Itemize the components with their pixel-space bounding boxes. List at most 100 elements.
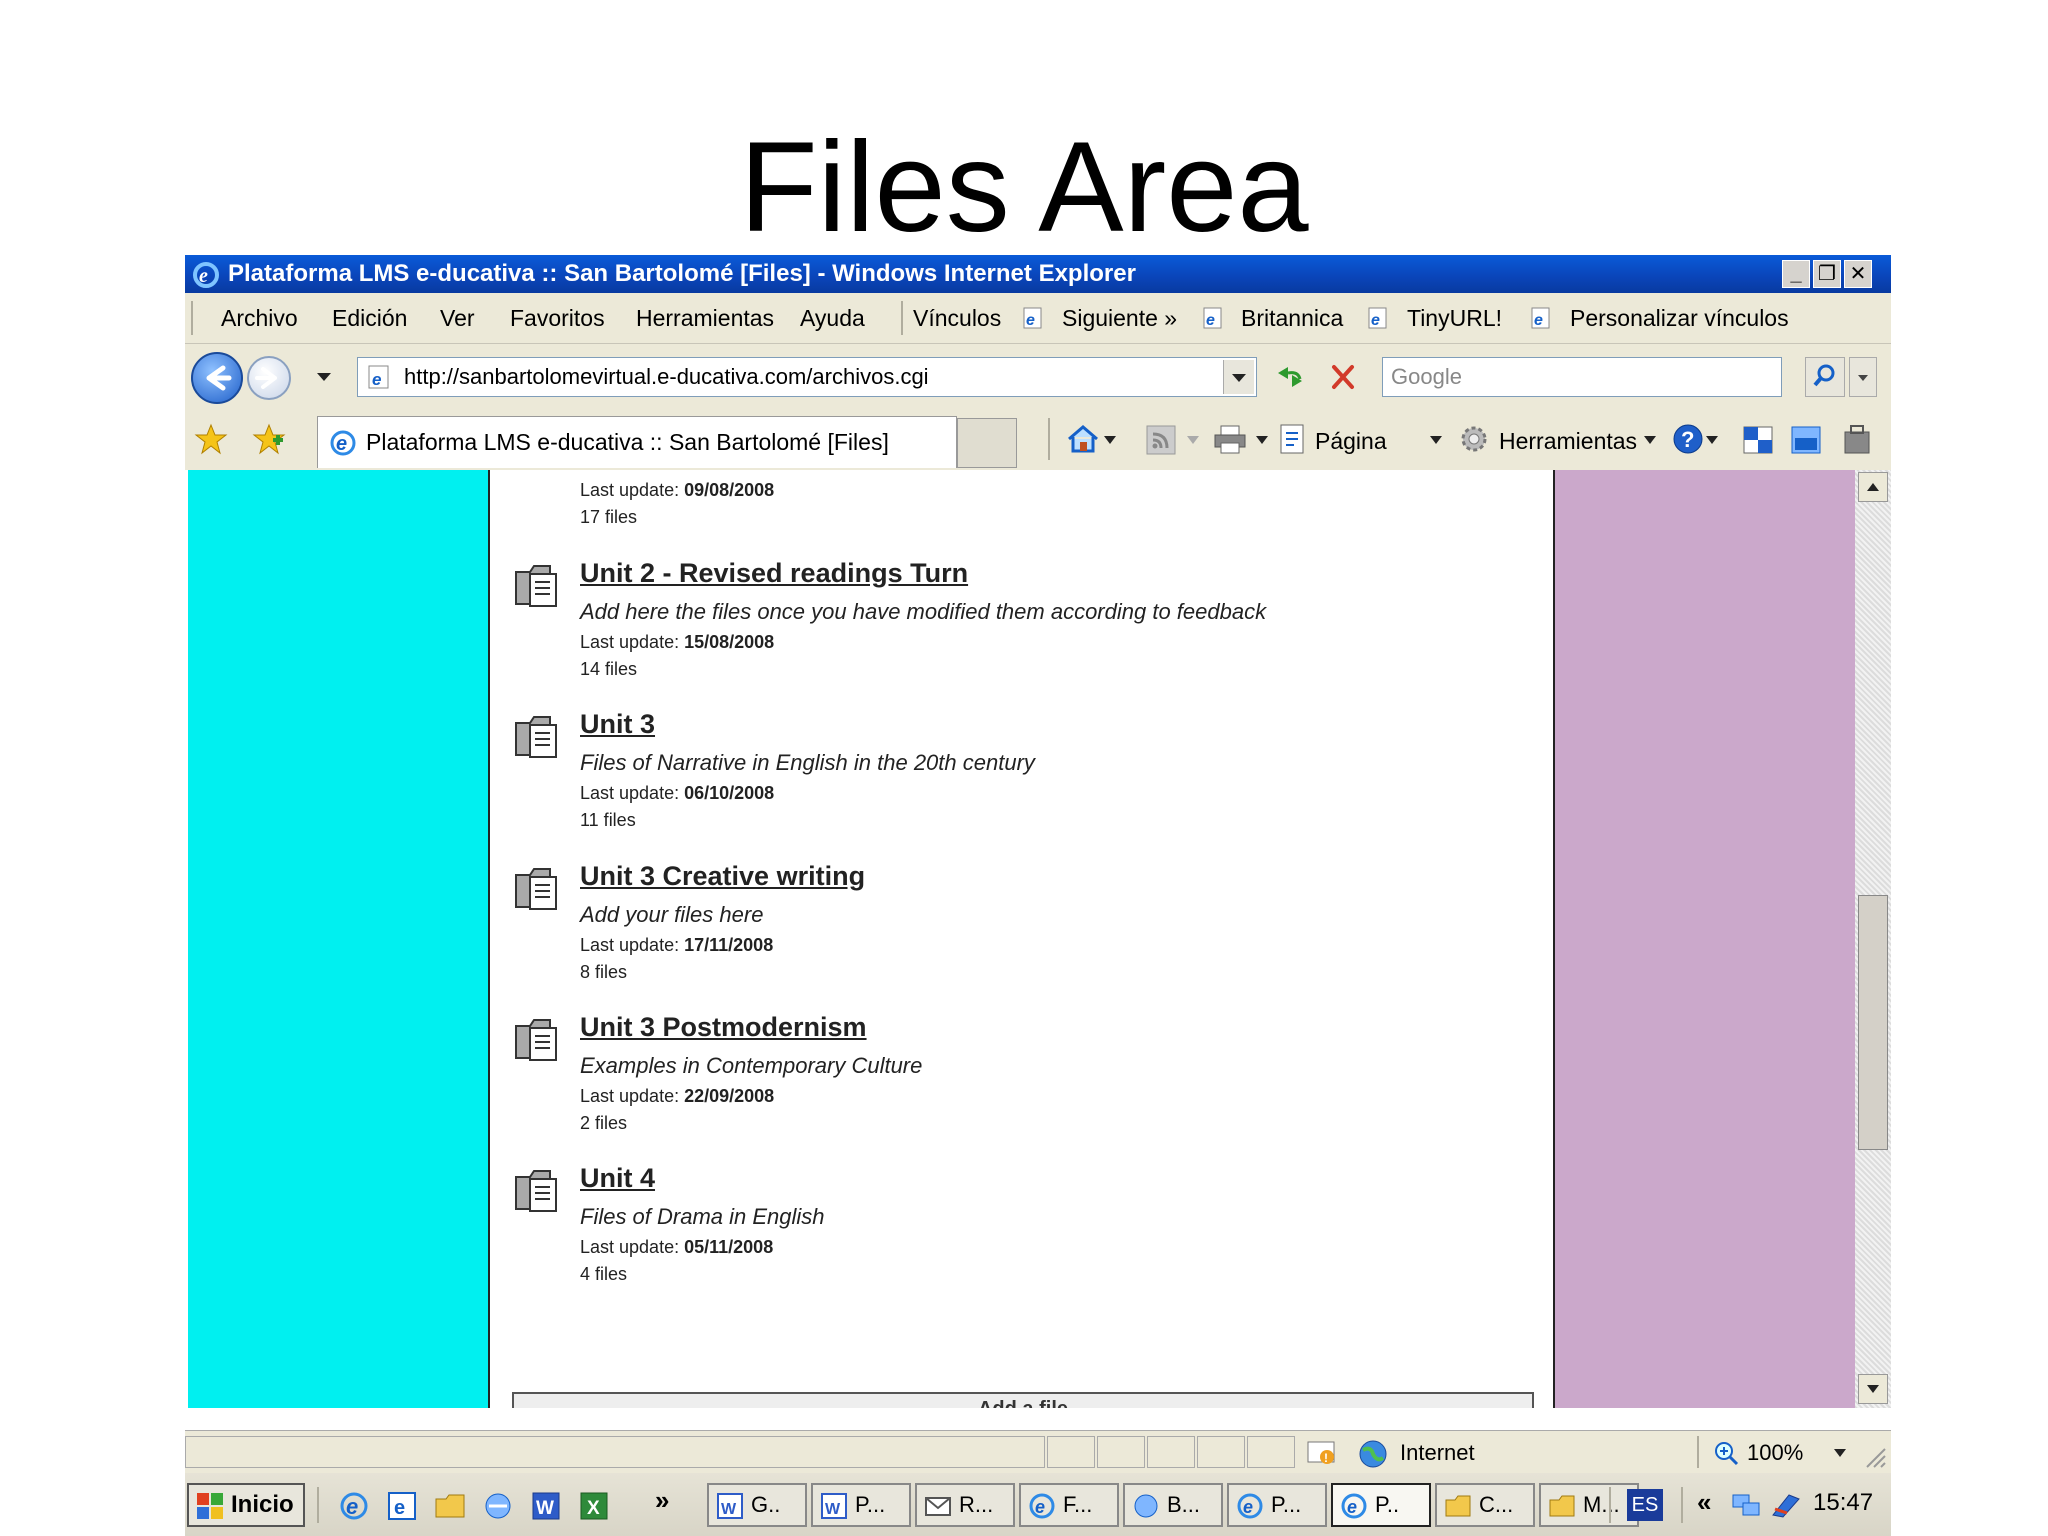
- zoom-icon[interactable]: [1713, 1440, 1739, 1466]
- taskbar-button[interactable]: W G..: [707, 1483, 807, 1527]
- word-quicklaunch-icon[interactable]: W: [529, 1489, 563, 1523]
- taskbar-button[interactable]: R...: [915, 1483, 1015, 1527]
- chevron-down-icon[interactable]: [1255, 435, 1269, 445]
- menu-favoritos[interactable]: Favoritos: [510, 305, 605, 332]
- ie-page-icon: e: [1023, 307, 1042, 329]
- toolbox-icon[interactable]: [1841, 422, 1873, 456]
- taskbar-button-active[interactable]: e P..: [1331, 1483, 1431, 1527]
- restore-button[interactable]: ❐: [1813, 260, 1841, 288]
- folder-file-count: 8 files: [580, 962, 628, 982]
- zoom-level[interactable]: 100%: [1747, 1440, 1803, 1466]
- slide-title: Files Area: [739, 116, 1309, 259]
- chevron-down-icon[interactable]: [1429, 435, 1443, 445]
- add-file-button[interactable]: Add a file: [512, 1392, 1534, 1408]
- menu-herramientas[interactable]: Herramientas: [636, 305, 774, 332]
- status-separator: [1697, 1436, 1699, 1468]
- menu-ver[interactable]: Ver: [440, 305, 475, 332]
- minimize-button[interactable]: _: [1782, 260, 1810, 288]
- popup-blocker-icon[interactable]: !: [1305, 1439, 1339, 1467]
- tab-files[interactable]: e Plataforma LMS e-ducativa :: San Barto…: [317, 416, 957, 468]
- link-personalizar[interactable]: Personalizar vínculos: [1570, 305, 1789, 332]
- folder-last-update: Last update: 06/10/2008: [580, 783, 775, 803]
- folder-last-update: Last update: 09/08/2008: [580, 480, 775, 500]
- chevron-down-icon[interactable]: [1705, 435, 1719, 445]
- network-quicklaunch-icon[interactable]: [481, 1489, 515, 1523]
- address-dropdown-button[interactable]: [1223, 360, 1254, 394]
- start-button[interactable]: Inicio: [187, 1483, 305, 1527]
- folder-link[interactable]: Unit 3 Creative writing: [580, 861, 865, 892]
- chevron-up-icon: [1867, 483, 1879, 491]
- link-siguiente[interactable]: Siguiente »: [1062, 305, 1177, 332]
- scroll-down-button[interactable]: [1858, 1374, 1888, 1404]
- network-tray-icon[interactable]: [1729, 1489, 1763, 1521]
- menu-ayuda[interactable]: Ayuda: [800, 305, 865, 332]
- folder-link[interactable]: Unit 2 - Revised readings Turn: [580, 558, 968, 589]
- status-text-pane: [185, 1436, 1045, 1468]
- messenger-icon[interactable]: [1789, 424, 1823, 456]
- page-menu[interactable]: Página: [1315, 428, 1387, 455]
- tray-app-icon[interactable]: [1769, 1489, 1803, 1521]
- add-favorites-icon[interactable]: [251, 422, 287, 456]
- svg-text:W: W: [536, 1498, 554, 1519]
- menu-archivo[interactable]: Archivo: [221, 305, 298, 332]
- outlook-quicklaunch-icon[interactable]: e: [385, 1489, 419, 1523]
- refresh-button[interactable]: [1268, 357, 1312, 397]
- history-dropdown-icon[interactable]: [316, 371, 332, 383]
- ie-quicklaunch-icon[interactable]: e: [337, 1489, 371, 1523]
- folder-description: Add here the files once you have modifie…: [580, 599, 1267, 624]
- folder-icon: [1549, 1495, 1575, 1517]
- page-icon[interactable]: [1276, 422, 1310, 456]
- search-button[interactable]: [1805, 357, 1845, 397]
- feeds-icon[interactable]: [1145, 424, 1177, 456]
- status-bar: ! Internet 100%: [185, 1430, 1891, 1474]
- search-input[interactable]: Google: [1382, 357, 1782, 397]
- link-tinyurl[interactable]: TinyURL!: [1407, 305, 1502, 332]
- link-britannica[interactable]: Britannica: [1241, 305, 1343, 332]
- taskbar-button[interactable]: B...: [1123, 1483, 1223, 1527]
- favorites-star-icon[interactable]: [193, 422, 229, 456]
- scroll-thumb[interactable]: [1858, 895, 1888, 1150]
- taskbar-button-label: P...: [1271, 1492, 1302, 1517]
- help-icon[interactable]: ?: [1671, 422, 1705, 456]
- research-icon[interactable]: [1741, 424, 1775, 456]
- folder-quicklaunch-icon[interactable]: [433, 1489, 467, 1523]
- tray-expand-button[interactable]: «: [1697, 1487, 1711, 1518]
- tools-menu[interactable]: Herramientas: [1499, 428, 1637, 455]
- forward-button[interactable]: [247, 356, 291, 400]
- folder-link[interactable]: Unit 3 Postmodernism: [580, 1012, 867, 1043]
- print-icon[interactable]: [1212, 423, 1248, 455]
- address-input[interactable]: e http://sanbartolomevirtual.e-ducativa.…: [357, 357, 1257, 397]
- folder-link[interactable]: Unit 4: [580, 1163, 655, 1194]
- folder-link[interactable]: Unit 3: [580, 709, 655, 740]
- folder-icon: [515, 1170, 557, 1212]
- taskbar-button[interactable]: e P...: [1227, 1483, 1327, 1527]
- home-icon[interactable]: [1065, 423, 1101, 455]
- quicklaunch-overflow[interactable]: »: [655, 1485, 669, 1516]
- language-indicator[interactable]: ES: [1627, 1489, 1663, 1521]
- back-button[interactable]: [191, 352, 243, 404]
- taskbar-button[interactable]: C...: [1435, 1483, 1535, 1527]
- taskbar-button-label: M...: [1583, 1492, 1620, 1517]
- taskbar-button[interactable]: W P...: [811, 1483, 911, 1527]
- taskbar-button[interactable]: M...: [1539, 1483, 1639, 1527]
- scroll-up-button[interactable]: [1858, 472, 1888, 502]
- chevron-down-icon: [1867, 1385, 1879, 1393]
- stop-button[interactable]: [1321, 357, 1365, 397]
- chevron-down-icon[interactable]: [1643, 435, 1657, 445]
- excel-quicklaunch-icon[interactable]: X: [577, 1489, 611, 1523]
- tab-title: Plataforma LMS e-ducativa :: San Bartolo…: [366, 429, 889, 455]
- folder-icon: [515, 565, 557, 607]
- chevron-down-icon: [1232, 374, 1246, 382]
- new-tab-button[interactable]: [957, 418, 1017, 468]
- close-button[interactable]: ✕: [1844, 260, 1872, 288]
- menu-edicion[interactable]: Edición: [332, 305, 407, 332]
- chevron-down-icon[interactable]: [1833, 1448, 1847, 1458]
- window-titlebar[interactable]: e Plataforma LMS e-ducativa :: San Barto…: [185, 255, 1891, 293]
- chevron-down-icon[interactable]: [1186, 435, 1200, 445]
- search-options-button[interactable]: [1849, 357, 1877, 397]
- taskbar-button[interactable]: e F...: [1019, 1483, 1119, 1527]
- resize-grip-icon[interactable]: [1861, 1443, 1887, 1471]
- gear-icon[interactable]: [1457, 422, 1491, 456]
- chevron-down-icon[interactable]: [1103, 435, 1117, 445]
- vertical-scrollbar[interactable]: [1855, 470, 1891, 1408]
